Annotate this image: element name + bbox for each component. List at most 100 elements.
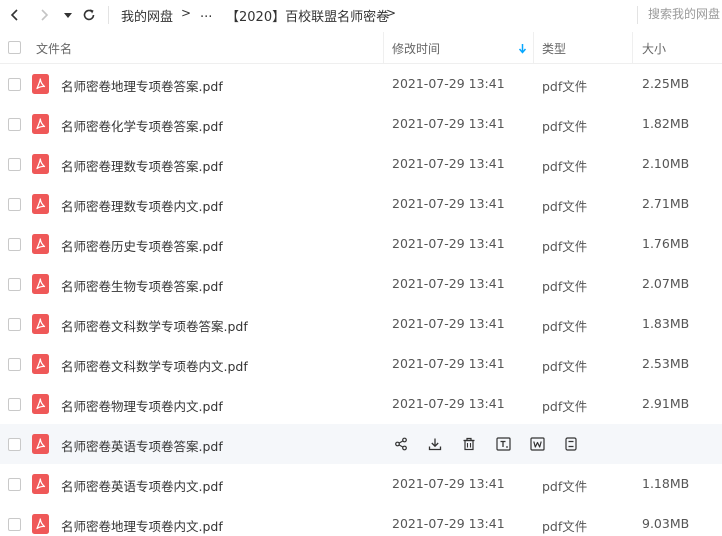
file-row[interactable]: 名师密卷地理专项卷内文.pdf 2021-07-29 13:41 pdf文件 9.0…: [0, 504, 722, 536]
column-divider[interactable]: [632, 32, 633, 64]
file-name[interactable]: 名师密卷地理专项卷内文.pdf: [61, 516, 223, 535]
file-row[interactable]: 名师密卷物理专项卷内文.pdf 2021-07-29 13:41 pdf文件 2.9…: [0, 384, 722, 424]
back-button[interactable]: [4, 4, 26, 26]
column-header-size[interactable]: 大小: [642, 40, 666, 57]
breadcrumb-current-folder[interactable]: 【2020】百校联盟名师密卷: [226, 6, 389, 25]
file-modified-time: 2021-07-29 13:41: [392, 516, 505, 531]
file-name[interactable]: 名师密卷地理专项卷答案.pdf: [61, 76, 223, 95]
row-checkbox[interactable]: [8, 198, 21, 211]
column-header-modified[interactable]: 修改时间: [392, 40, 440, 57]
pdf-file-icon: [32, 234, 49, 254]
breadcrumb-separator: >: [386, 6, 397, 20]
file-name[interactable]: 名师密卷生物专项卷答案.pdf: [61, 276, 223, 295]
breadcrumb-separator: >: [181, 6, 192, 20]
forward-button[interactable]: [33, 4, 55, 26]
file-type: pdf文件: [542, 319, 588, 334]
file-name[interactable]: 名师密卷化学专项卷答案.pdf: [61, 116, 223, 135]
breadcrumb-ellipsis[interactable]: ...: [200, 6, 212, 21]
column-divider[interactable]: [533, 32, 534, 64]
row-checkbox[interactable]: [8, 158, 21, 171]
file-size: 2.53MB: [642, 356, 690, 371]
file-row[interactable]: 名师密卷理数专项卷内文.pdf 2021-07-29 13:41 pdf文件 2.7…: [0, 184, 722, 224]
history-dropdown-button[interactable]: [58, 4, 78, 26]
row-checkbox[interactable]: [8, 78, 21, 91]
sort-descending-icon[interactable]: [518, 43, 527, 54]
download-icon: [428, 438, 442, 451]
convert-to-word-button[interactable]: [528, 435, 546, 453]
row-checkbox[interactable]: [8, 438, 21, 451]
print-button[interactable]: [562, 435, 580, 453]
file-size: 1.82MB: [642, 116, 690, 131]
column-header-type[interactable]: 类型: [542, 40, 566, 57]
row-checkbox[interactable]: [8, 358, 21, 371]
file-type: pdf文件: [542, 79, 588, 94]
file-row[interactable]: 名师密卷历史专项卷答案.pdf 2021-07-29 13:41 pdf文件 1.7…: [0, 224, 722, 264]
file-size: 1.76MB: [642, 236, 690, 251]
file-size: 2.10MB: [642, 156, 690, 171]
row-checkbox[interactable]: [8, 518, 21, 531]
file-size: 2.25MB: [642, 76, 690, 91]
pdf-file-icon: [32, 74, 49, 94]
file-modified-time: 2021-07-29 13:41: [392, 116, 505, 131]
file-row[interactable]: 名师密卷化学专项卷答案.pdf 2021-07-29 13:41 pdf文件 1.8…: [0, 104, 722, 144]
column-divider[interactable]: [383, 32, 384, 64]
file-row[interactable]: 名师密卷文科数学专项卷答案.pdf 2021-07-29 13:41 pdf文件 1…: [0, 304, 722, 344]
pdf-file-icon: [32, 194, 49, 214]
file-name[interactable]: 名师密卷文科数学专项卷内文.pdf: [61, 356, 248, 375]
nav-divider: [108, 6, 109, 24]
file-modified-time: 2021-07-29 13:41: [392, 236, 505, 251]
text-extract-icon: [495, 437, 511, 451]
row-checkbox[interactable]: [8, 398, 21, 411]
share-icon: [395, 437, 407, 451]
search-divider: [637, 6, 638, 24]
download-button[interactable]: [426, 435, 444, 453]
file-list-header: 文件名 修改时间 类型 大小: [0, 32, 722, 64]
file-modified-time: 2021-07-29 13:41: [392, 396, 505, 411]
share-button[interactable]: [392, 435, 410, 453]
file-type: pdf文件: [542, 519, 588, 534]
refresh-button[interactable]: [78, 4, 100, 26]
row-checkbox[interactable]: [8, 238, 21, 251]
select-all-checkbox[interactable]: [8, 41, 21, 54]
row-checkbox[interactable]: [8, 278, 21, 291]
refresh-icon: [83, 9, 95, 21]
file-name[interactable]: 名师密卷英语专项卷答案.pdf: [61, 436, 223, 455]
column-header-name[interactable]: 文件名: [36, 40, 72, 57]
pdf-file-icon: [32, 274, 49, 294]
file-name[interactable]: 名师密卷物理专项卷内文.pdf: [61, 396, 223, 415]
row-checkbox[interactable]: [8, 118, 21, 131]
file-size: 2.07MB: [642, 276, 690, 291]
file-type: pdf文件: [542, 239, 588, 254]
top-nav-bar: 我的网盘 > ... 【2020】百校联盟名师密卷 >: [0, 0, 722, 30]
file-row[interactable]: 名师密卷地理专项卷答案.pdf 2021-07-29 13:41 pdf文件 2.2…: [0, 64, 722, 104]
file-name[interactable]: 名师密卷理数专项卷答案.pdf: [61, 156, 223, 175]
caret-down-icon: [64, 13, 72, 18]
delete-button[interactable]: [460, 435, 478, 453]
row-checkbox[interactable]: [8, 478, 21, 491]
file-name[interactable]: 名师密卷英语专项卷内文.pdf: [61, 476, 223, 495]
file-name[interactable]: 名师密卷文科数学专项卷答案.pdf: [61, 316, 248, 335]
file-row[interactable]: 名师密卷理数专项卷答案.pdf 2021-07-29 13:41 pdf文件 2.1…: [0, 144, 722, 184]
file-modified-time: 2021-07-29 13:41: [392, 356, 505, 371]
word-convert-icon: [529, 437, 545, 451]
file-modified-time: 2021-07-29 13:41: [392, 476, 505, 491]
file-size: 2.91MB: [642, 396, 690, 411]
extract-text-button[interactable]: [494, 435, 512, 453]
chevron-right-icon: [41, 9, 49, 21]
search-input[interactable]: [648, 3, 722, 25]
pdf-file-icon: [32, 314, 49, 334]
file-modified-time: 2021-07-29 13:41: [392, 316, 505, 331]
file-name[interactable]: 名师密卷理数专项卷内文.pdf: [61, 196, 223, 215]
file-size: 9.03MB: [642, 516, 690, 531]
file-row[interactable]: 名师密卷英语专项卷答案.pdf: [0, 424, 722, 464]
file-type: pdf文件: [542, 399, 588, 414]
file-name[interactable]: 名师密卷历史专项卷答案.pdf: [61, 236, 223, 255]
breadcrumb-home[interactable]: 我的网盘: [121, 6, 173, 25]
file-row[interactable]: 名师密卷文科数学专项卷内文.pdf 2021-07-29 13:41 pdf文件 2…: [0, 344, 722, 384]
file-modified-time: 2021-07-29 13:41: [392, 76, 505, 91]
row-checkbox[interactable]: [8, 318, 21, 331]
file-row[interactable]: 名师密卷生物专项卷答案.pdf 2021-07-29 13:41 pdf文件 2.0…: [0, 264, 722, 304]
chevron-left-icon: [10, 9, 18, 21]
file-row[interactable]: 名师密卷英语专项卷内文.pdf 2021-07-29 13:41 pdf文件 1.1…: [0, 464, 722, 504]
pdf-file-icon: [32, 514, 49, 534]
